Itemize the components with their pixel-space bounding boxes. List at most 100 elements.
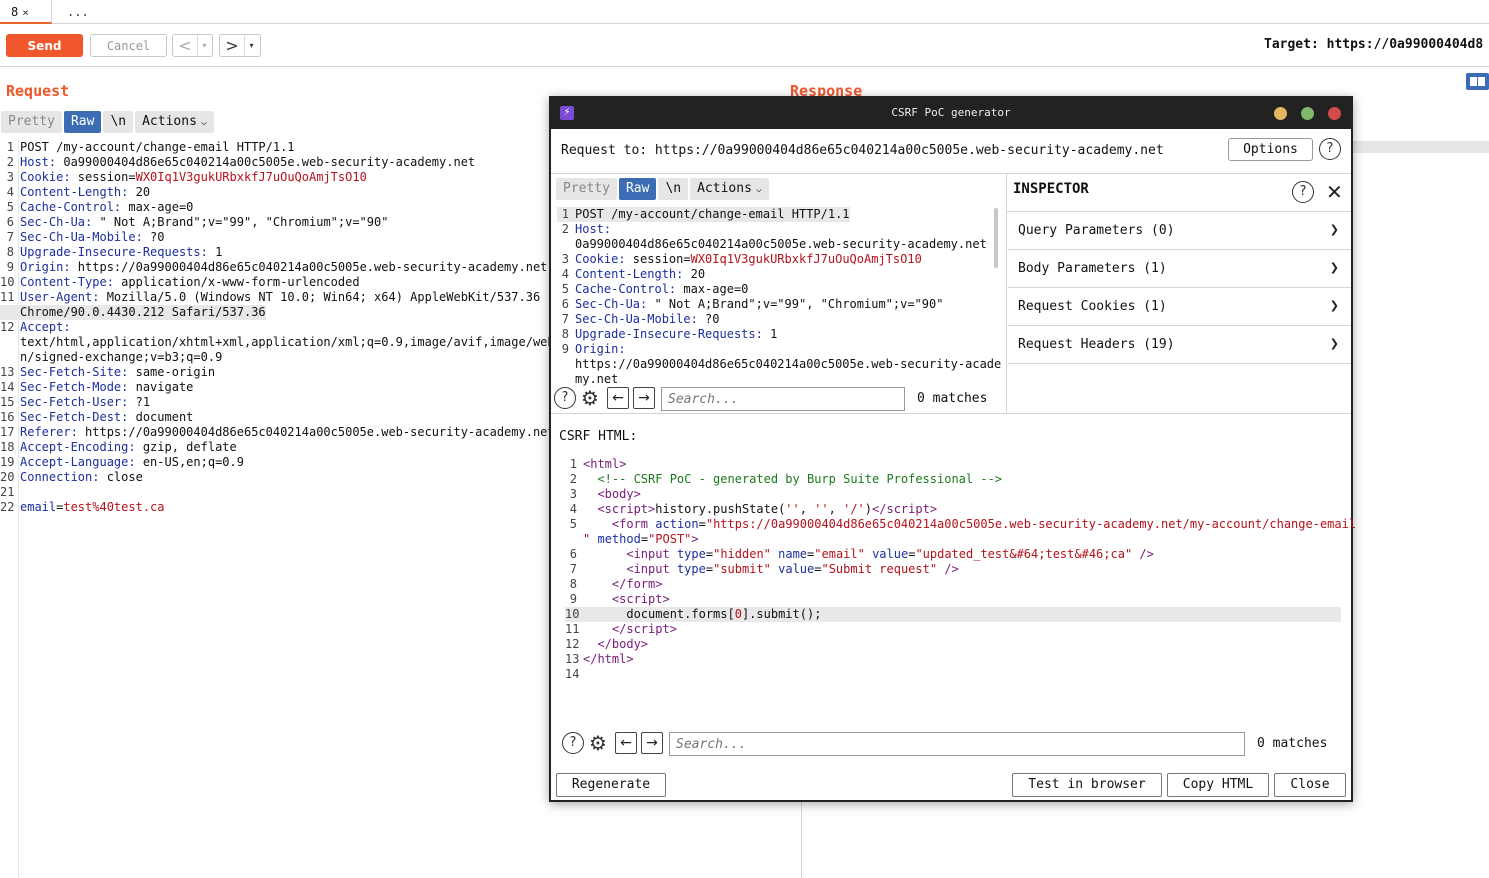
chevron-right-icon[interactable]: > [220, 35, 244, 56]
header-value: Chrome/90.0.4430.212 Safari/537.36 [20, 305, 266, 319]
code-line: Chrome/90.0.4430.212 Safari/537.36 [0, 305, 266, 320]
inspector-request-cookies[interactable]: Request Cookies (1) ❯ [1008, 288, 1351, 326]
inspector-body-params[interactable]: Body Parameters (1) ❯ [1008, 250, 1351, 288]
code-line: 3 Cookie: session=WX0Iq1V3gukURbxkfJ7uOuQ… [557, 252, 922, 267]
pretty-tab[interactable]: Pretty [556, 178, 617, 200]
newline-toggle[interactable]: \n [103, 111, 134, 133]
arrow-right-icon[interactable]: → [633, 387, 655, 409]
code-line: 4 Content-Length: 20 [557, 267, 705, 282]
request-search-input[interactable] [661, 387, 905, 411]
line-number: 13 [565, 652, 580, 666]
arrow-left-icon[interactable]: ← [615, 732, 637, 754]
close-icon[interactable]: ✕ [1326, 182, 1343, 202]
raw-tab[interactable]: Raw [63, 111, 102, 133]
newline-toggle[interactable]: \n [658, 178, 689, 200]
target-url[interactable]: Target: https://0a99000404d8 [1264, 37, 1483, 52]
gear-icon[interactable]: ⚙ [579, 387, 601, 409]
code-line: 18 Accept-Encoding: gzip, deflate [0, 440, 237, 455]
cancel-button[interactable]: Cancel [90, 34, 167, 57]
line-text: Connection: close [20, 470, 143, 485]
csrf-html-label: CSRF HTML: [559, 429, 638, 444]
header-name: Sec-Ch-Ua: [20, 215, 93, 229]
copy-html-button[interactable]: Copy HTML [1167, 773, 1269, 797]
request-view-toolbar: Pretty Raw \n Actions ⌵ [1, 111, 214, 133]
line-text: <form action="https://0a99000404d86e65c0… [611, 517, 1357, 531]
tab-more[interactable]: ... [53, 0, 105, 24]
header-value: 20 [683, 267, 706, 281]
arrow-left-icon[interactable]: ← [607, 387, 629, 409]
help-icon[interactable]: ? [1319, 138, 1341, 160]
header-name: Sec-Ch-Ua-Mobile: [575, 312, 698, 326]
chevron-down-icon: ⌵ [200, 117, 207, 128]
history-forward-group[interactable]: > ▾ [219, 34, 261, 57]
chevron-down-icon[interactable]: ▾ [244, 35, 258, 56]
line-text: Accept: [20, 320, 71, 335]
line-text: <input type="hidden" name="email" value=… [626, 547, 1154, 561]
dialog-titlebar[interactable]: ⚡ CSRF PoC generator [551, 98, 1351, 129]
header-value: en-US,en;q=0.9 [135, 455, 244, 469]
scrollbar[interactable] [994, 208, 998, 268]
csrf-search-input[interactable] [669, 732, 1245, 756]
line-number: 9 [569, 592, 577, 606]
line-number: 7 [561, 312, 569, 326]
layout-toggle-icon[interactable] [1466, 73, 1489, 90]
send-button[interactable]: Send [6, 34, 83, 57]
regenerate-button[interactable]: Regenerate [556, 773, 666, 797]
line-number: 19 [0, 455, 15, 469]
line-number: 2 [569, 472, 577, 486]
close-icon[interactable]: × [22, 6, 29, 19]
header-name: Accept-Language: [20, 455, 136, 469]
line-text: https://0a99000404d86e65c040214a00c5005e… [575, 357, 1001, 372]
close-button[interactable]: Close [1274, 773, 1346, 797]
line-text: Cookie: session=WX0Iq1V3gukURbxkfJ7uOuQo… [575, 252, 922, 267]
chevron-down-icon: ❯ [1329, 299, 1339, 312]
line-number: 6 [561, 297, 569, 311]
header-name: email [20, 500, 57, 514]
line-number: 13 [0, 365, 15, 379]
header-name: Cookie: [575, 252, 626, 266]
inspector-request-headers[interactable]: Request Headers (19) ❯ [1008, 326, 1351, 364]
header-value: max-age=0 [676, 282, 749, 296]
header-name: Host: [20, 155, 57, 169]
pretty-tab[interactable]: Pretty [1, 111, 62, 133]
line-number: 3 [6, 170, 14, 184]
line-number: 4 [569, 502, 577, 516]
line-text: Content-Type: application/x-www-form-url… [20, 275, 360, 290]
actions-menu[interactable]: Actions ⌵ [690, 178, 769, 200]
line-number: 10 [565, 607, 580, 621]
arrow-right-icon[interactable]: → [641, 732, 663, 754]
minimize-icon[interactable] [1274, 107, 1287, 120]
header-name: Origin: [20, 260, 71, 274]
tab-repeater-8[interactable]: 8 × [0, 0, 52, 24]
line-text: n/signed-exchange;v=b3;q=0.9 [20, 350, 222, 365]
line-number: 5 [6, 200, 14, 214]
inspector-row-label: Request Cookies (1) [1018, 299, 1167, 314]
actions-menu[interactable]: Actions ⌵ [135, 111, 214, 133]
test-in-browser-button[interactable]: Test in browser [1012, 773, 1162, 797]
dialog-view-toolbar: Pretty Raw \n Actions ⌵ [556, 178, 769, 200]
gear-icon[interactable]: ⚙ [587, 732, 609, 754]
chevron-left-icon[interactable]: < [173, 35, 197, 56]
line-number: 17 [0, 425, 15, 439]
line-number: 14 [0, 380, 15, 394]
history-back-group[interactable]: < ▾ [172, 34, 213, 57]
help-icon[interactable]: ? [562, 732, 584, 754]
header-value: close [99, 470, 143, 484]
chevron-down-icon[interactable]: ▾ [197, 35, 211, 56]
csrf-html-editor[interactable] [559, 456, 1341, 726]
code-line: 15 Sec-Fetch-User: ?1 [0, 395, 150, 410]
raw-tab[interactable]: Raw [618, 178, 657, 200]
options-button[interactable]: Options [1228, 138, 1313, 161]
close-window-icon[interactable] [1328, 107, 1341, 120]
csrf-match-count: 0 matches [1257, 736, 1328, 751]
line-number: 18 [0, 440, 15, 454]
header-name: Accept: [20, 320, 71, 334]
help-icon[interactable]: ? [554, 387, 576, 409]
maximize-icon[interactable] [1301, 107, 1314, 120]
help-icon[interactable]: ? [1292, 181, 1314, 203]
splitter[interactable] [551, 413, 1351, 414]
code-line: 7 <input type="submit" value="Submit req… [565, 562, 959, 577]
code-line: 5 <form action="https://0a99000404d86e65… [565, 517, 1356, 532]
header-name: Host: [575, 222, 612, 236]
inspector-query-params[interactable]: Query Parameters (0) ❯ [1008, 212, 1351, 250]
